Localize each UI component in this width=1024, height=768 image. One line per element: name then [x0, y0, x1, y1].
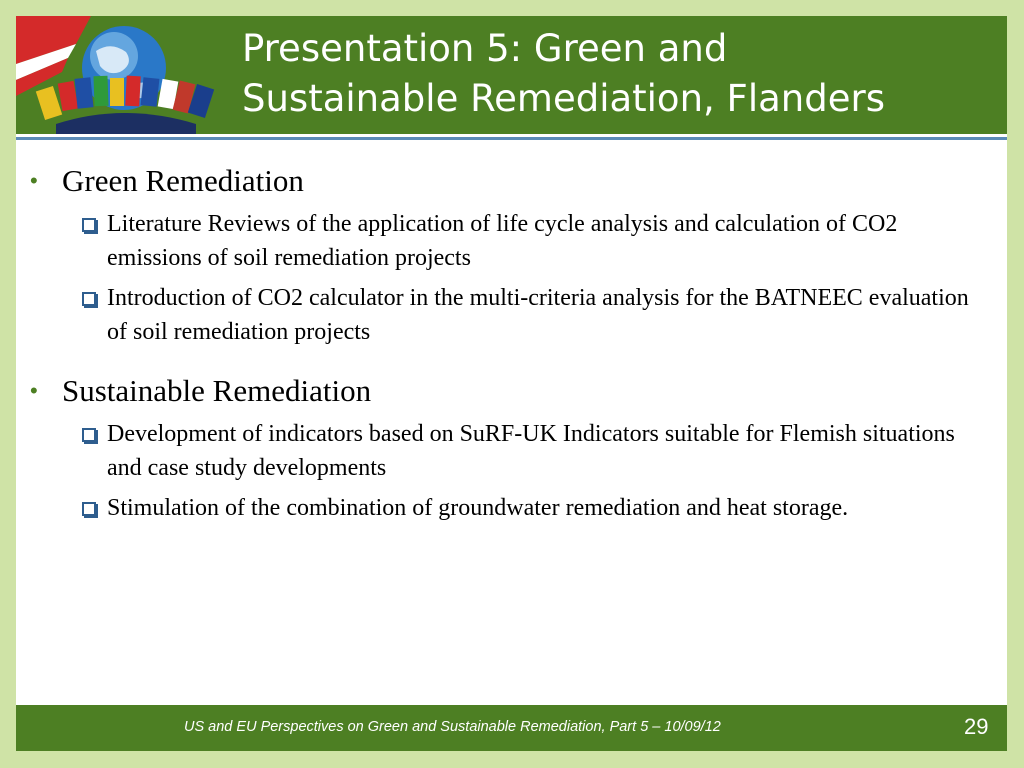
slide: Presentation 5: Green and Sustainable Re… [16, 16, 1007, 751]
bullet-dot-icon: • [30, 168, 38, 193]
bullet-heading: • Sustainable Remediation [16, 371, 1007, 411]
checkbox-bullet-icon [82, 428, 96, 442]
slide-footer: US and EU Perspectives on Green and Sust… [16, 705, 1007, 751]
sub-bullet-text: Introduction of CO2 calculator in the mu… [107, 285, 969, 345]
bullet-heading-text: Sustainable Remediation [62, 373, 372, 408]
sub-bullet: Stimulation of the combination of ground… [16, 491, 1007, 525]
title-line: Sustainable Remediation, Flanders [242, 77, 885, 120]
slide-title: Presentation 5: Green and Sustainable Re… [242, 24, 1002, 124]
bullet-section: • Sustainable Remediation Development of… [16, 371, 1007, 525]
checkbox-bullet-icon [82, 292, 96, 306]
footer-text: US and EU Perspectives on Green and Sust… [184, 719, 721, 735]
title-line: Presentation 5: Green and [242, 27, 728, 70]
sub-bullet-text: Literature Reviews of the application of… [107, 211, 898, 271]
bullet-section: • Green Remediation Literature Reviews o… [16, 161, 1007, 349]
slide-header: Presentation 5: Green and Sustainable Re… [16, 16, 1007, 137]
page-number: 29 [964, 714, 989, 739]
slide-content: • Green Remediation Literature Reviews o… [16, 161, 1007, 525]
sub-bullet: Introduction of CO2 calculator in the mu… [16, 281, 1007, 349]
sub-bullet-text: Stimulation of the combination of ground… [107, 495, 849, 521]
bullet-dot-icon: • [30, 378, 38, 403]
bullet-heading: • Green Remediation [16, 161, 1007, 201]
sub-bullet: Literature Reviews of the application of… [16, 207, 1007, 275]
globe-with-flags-logo [16, 16, 215, 134]
bullet-heading-text: Green Remediation [62, 163, 304, 198]
sub-bullet: Development of indicators based on SuRF-… [16, 417, 1007, 485]
checkbox-bullet-icon [82, 218, 96, 232]
checkbox-bullet-icon [82, 502, 96, 516]
sub-bullet-text: Development of indicators based on SuRF-… [107, 421, 955, 481]
